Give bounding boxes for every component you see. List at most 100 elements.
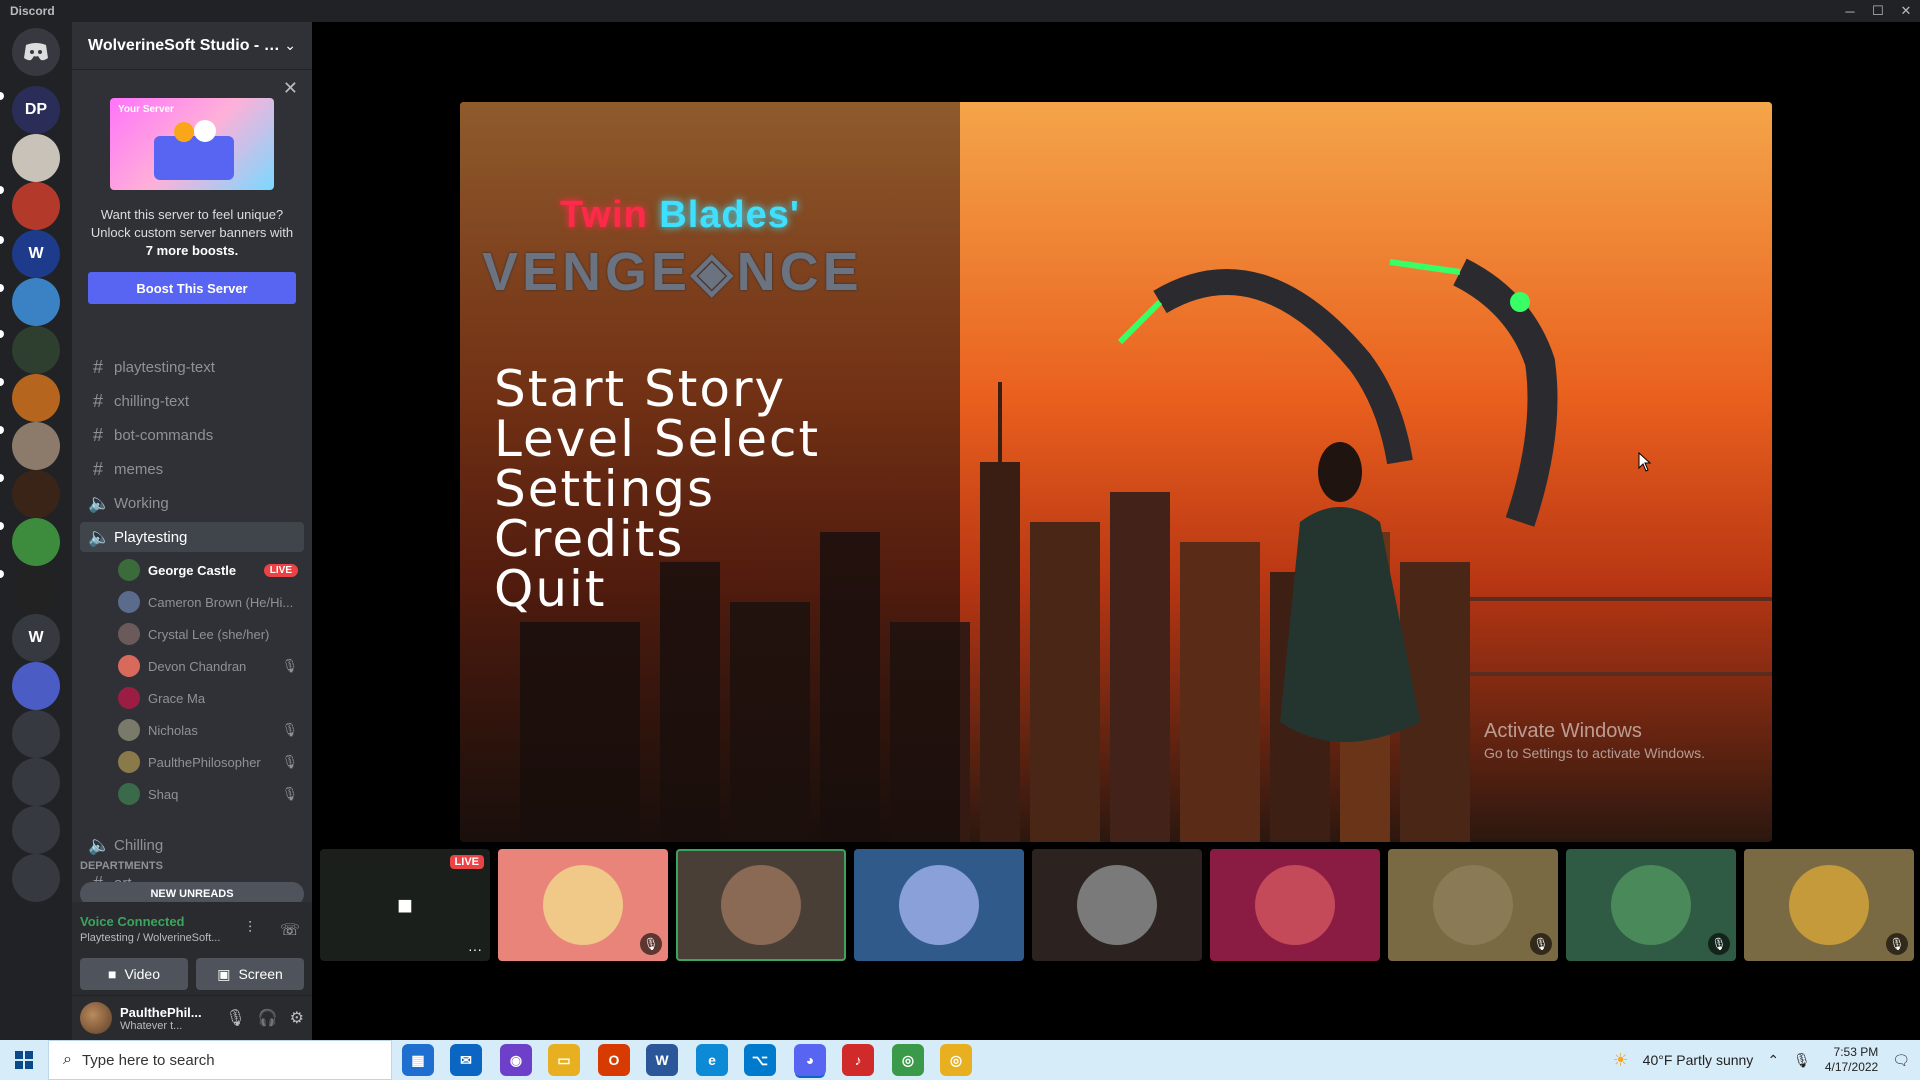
minimize-button[interactable]: ─ <box>1836 0 1864 22</box>
edge-app-icon[interactable]: e <box>696 1044 728 1076</box>
participant-tile[interactable]: 🎙 <box>1388 849 1558 961</box>
channel-playtesting-text[interactable]: # playtesting-text <box>80 352 304 382</box>
category-departments[interactable]: DEPARTMENTS <box>80 860 163 872</box>
boost-server-button[interactable]: Boost This Server <box>88 272 296 304</box>
avatar <box>118 591 140 613</box>
participant-tile[interactable] <box>676 849 846 961</box>
boost-count: 7 more boosts. <box>145 243 239 258</box>
w-server-icon[interactable]: W <box>12 614 60 662</box>
weather-text[interactable]: 40°F Partly sunny <box>1643 1052 1754 1068</box>
participant-tile[interactable] <box>1210 849 1380 961</box>
music-app-icon[interactable]: ♪ <box>842 1044 874 1076</box>
screen-share-icon: ▣ <box>217 965 231 982</box>
participant-tile[interactable] <box>1032 849 1202 961</box>
word-app-icon[interactable]: W <box>646 1044 678 1076</box>
user-info[interactable]: PaulthePhil... Whatever t... <box>120 1005 213 1032</box>
taskbar-search[interactable]: ⌕ Type here to search <box>48 1040 392 1080</box>
stream-tile[interactable]: ■ LIVE ··· <box>320 849 490 961</box>
screen-share-button[interactable]: ▣ Screen <box>196 958 304 990</box>
discord-home-icon[interactable] <box>12 28 60 76</box>
avatar[interactable] <box>80 1002 112 1034</box>
headphones-icon[interactable]: 🎧 <box>258 1008 278 1028</box>
pixel-server-icon[interactable] <box>12 518 60 566</box>
video-button[interactable]: ■ Video <box>80 958 188 990</box>
voice-channel-working[interactable]: 🔈 Working <box>80 488 304 518</box>
mail-app-icon[interactable]: ✉ <box>450 1044 482 1076</box>
cat-blue-server-icon[interactable] <box>12 278 60 326</box>
app-title: Discord <box>10 4 55 18</box>
store-app-icon[interactable]: ▦ <box>402 1044 434 1076</box>
voice-user-name: Grace Ma <box>148 690 206 706</box>
live-badge[interactable]: LIVE <box>263 563 298 577</box>
vscode-app-icon[interactable]: ⌥ <box>744 1044 776 1076</box>
voice-user[interactable]: George Castle LIVE <box>112 556 304 584</box>
chrome-app-icon[interactable]: ◎ <box>892 1044 924 1076</box>
banner-label: Your Server <box>118 104 174 115</box>
mouse-cursor-icon <box>1638 452 1652 472</box>
folder-server-icon[interactable] <box>12 662 60 710</box>
chevron-up-icon[interactable]: ⌃ <box>1767 1052 1779 1069</box>
voice-channel-path[interactable]: Playtesting / WolverineSoft... <box>80 932 230 944</box>
dp-server-icon[interactable]: DP <box>12 86 60 134</box>
stream-video[interactable]: Twin Blades' VENGE◈NCE Start Story Level… <box>460 102 1772 842</box>
voice-user[interactable]: Nicholas 🎙 <box>112 716 304 744</box>
menu-quit[interactable]: Quit <box>494 560 607 618</box>
start-button[interactable] <box>0 1040 48 1080</box>
avatar <box>118 751 140 773</box>
voice-user[interactable]: Grace Ma <box>112 684 304 712</box>
gear-icon[interactable]: ⚙ <box>290 1008 304 1028</box>
unread-indicator <box>0 570 4 578</box>
folder5-server-icon[interactable] <box>12 854 60 902</box>
microphone-icon[interactable]: 🎙 <box>1793 1052 1811 1069</box>
channel-bot-commands[interactable]: # bot-commands <box>80 420 304 450</box>
channel-name: chilling-text <box>114 392 190 410</box>
noise-suppression-icon[interactable]: ⫶ <box>248 920 252 938</box>
voice-user[interactable]: Cameron Brown (He/Hi... <box>112 588 304 616</box>
github-app-icon[interactable]: ◉ <box>500 1044 532 1076</box>
channel-chilling-text[interactable]: # chilling-text <box>80 386 304 416</box>
participant-tile[interactable]: 🎙 <box>498 849 668 961</box>
notification-icon[interactable]: 🗨 <box>1892 1052 1910 1069</box>
folder2-server-icon[interactable] <box>12 710 60 758</box>
office-app-icon[interactable]: O <box>598 1044 630 1076</box>
avatar <box>721 865 801 945</box>
voice-user[interactable]: Crystal Lee (she/her) <box>112 620 304 648</box>
folder3-server-icon[interactable] <box>12 758 60 806</box>
voice-user[interactable]: PaulthePhilosopher 🎙 <box>112 748 304 776</box>
participant-tile[interactable]: 🎙 <box>1566 849 1736 961</box>
bloons-server-icon[interactable] <box>12 374 60 422</box>
avatar <box>118 655 140 677</box>
camera-icon: ■ <box>397 889 413 920</box>
game-server-icon[interactable] <box>12 326 60 374</box>
microphone-muted-icon[interactable]: 🎙 <box>225 1008 245 1028</box>
bloon-td-server-icon[interactable] <box>12 470 60 518</box>
server-header[interactable]: WolverineSoft Studio - P... ⌄ <box>72 22 312 70</box>
folder4-server-icon[interactable] <box>12 806 60 854</box>
participant-tile[interactable]: 🎙 <box>1744 849 1914 961</box>
maximize-button[interactable]: ☐ <box>1864 0 1892 22</box>
close-icon[interactable]: ✕ <box>283 78 298 99</box>
files-app-icon[interactable]: ▭ <box>548 1044 580 1076</box>
voice-channel-playtesting[interactable]: 🔈 Playtesting <box>80 522 304 552</box>
channel-sidebar: WolverineSoft Studio - P... ⌄ ✕ Your Ser… <box>72 22 312 1040</box>
unread-indicator <box>0 236 4 244</box>
voice-connected-status[interactable]: Voice Connected <box>80 914 185 929</box>
voice-channel-chilling[interactable]: 🔈 Chilling <box>80 830 304 860</box>
participant-tile[interactable] <box>854 849 1024 961</box>
avatar-server-icon[interactable] <box>12 422 60 470</box>
discord-app-icon[interactable]: ◕ <box>794 1044 826 1076</box>
voice-user[interactable]: Shaq 🎙 <box>112 780 304 808</box>
compass-server-icon[interactable] <box>12 566 60 614</box>
voice-user[interactable]: Devon Chandran 🎙 <box>112 652 304 680</box>
more-options-icon[interactable]: ··· <box>468 941 482 957</box>
clock[interactable]: 7:53 PM 4/17/2022 <box>1825 1045 1878 1075</box>
wolverine-server-icon[interactable]: W <box>12 230 60 278</box>
channel-memes[interactable]: # memes <box>80 454 304 484</box>
close-window-button[interactable]: ✕ <box>1892 0 1920 22</box>
cat-server-icon[interactable] <box>12 134 60 182</box>
speaker-icon: 🔈 <box>88 834 111 855</box>
cube-server-icon[interactable] <box>12 182 60 230</box>
chrome2-app-icon[interactable]: ◎ <box>940 1044 972 1076</box>
microphone-muted-icon: 🎙 <box>1708 933 1730 955</box>
disconnect-icon[interactable]: ☏ <box>280 920 300 940</box>
